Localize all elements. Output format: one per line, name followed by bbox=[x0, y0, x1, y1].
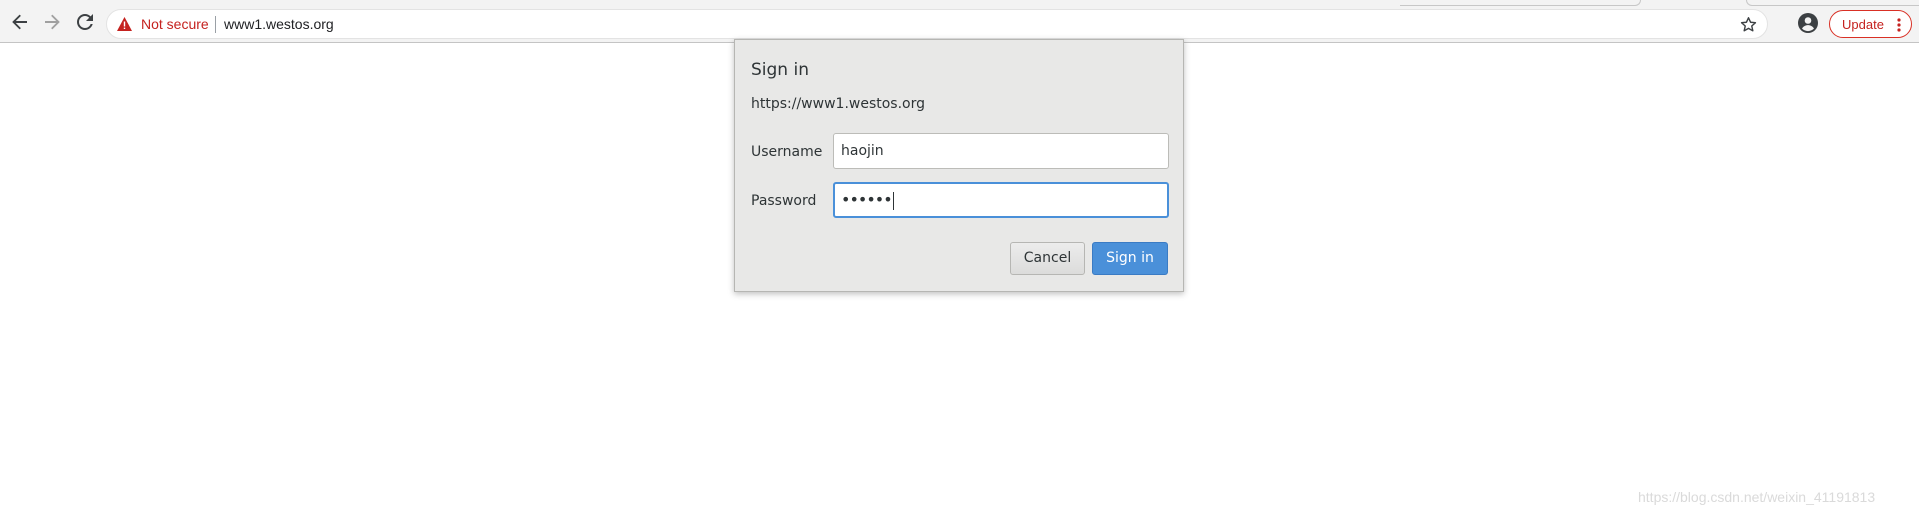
sign-in-dialog: Sign in https://www1.westos.org Username… bbox=[734, 39, 1184, 292]
username-value: haojin bbox=[841, 143, 884, 159]
back-button[interactable] bbox=[6, 8, 34, 36]
browser-toolbar: Not secure www1.westos.org Update bbox=[0, 0, 1919, 43]
tab-strip-edge bbox=[1746, 0, 1919, 6]
dialog-origin: https://www1.westos.org bbox=[751, 96, 926, 112]
back-arrow-icon bbox=[12, 14, 27, 30]
cancel-button[interactable]: Cancel bbox=[1010, 242, 1085, 275]
watermark: https://blog.csdn.net/weixin_41191813 bbox=[1638, 489, 1876, 505]
warning-triangle-icon bbox=[117, 17, 132, 31]
security-status[interactable]: Not secure bbox=[141, 16, 209, 33]
forward-button[interactable] bbox=[38, 8, 66, 36]
dialog-title: Sign in bbox=[751, 60, 809, 80]
password-field[interactable]: •••••• bbox=[833, 182, 1169, 218]
username-field[interactable]: haojin bbox=[833, 133, 1169, 169]
password-label: Password bbox=[751, 193, 817, 209]
tab-strip-edge bbox=[1400, 0, 1641, 6]
update-label: Update bbox=[1842, 17, 1884, 32]
username-label: Username bbox=[751, 144, 823, 160]
account-circle-icon[interactable] bbox=[1798, 13, 1818, 33]
update-button[interactable]: Update bbox=[1829, 10, 1912, 38]
forward-arrow-icon bbox=[45, 14, 60, 30]
kebab-menu-icon bbox=[1897, 18, 1901, 32]
reload-icon bbox=[77, 14, 93, 30]
password-value: •••••• bbox=[841, 190, 893, 209]
star-icon[interactable] bbox=[1740, 16, 1757, 33]
reload-button[interactable] bbox=[71, 8, 99, 36]
url-text[interactable]: www1.westos.org bbox=[224, 16, 334, 33]
address-bar[interactable]: Not secure www1.westos.org bbox=[106, 9, 1768, 39]
address-divider bbox=[215, 16, 216, 33]
text-caret bbox=[892, 191, 894, 210]
sign-in-button[interactable]: Sign in bbox=[1092, 242, 1168, 275]
